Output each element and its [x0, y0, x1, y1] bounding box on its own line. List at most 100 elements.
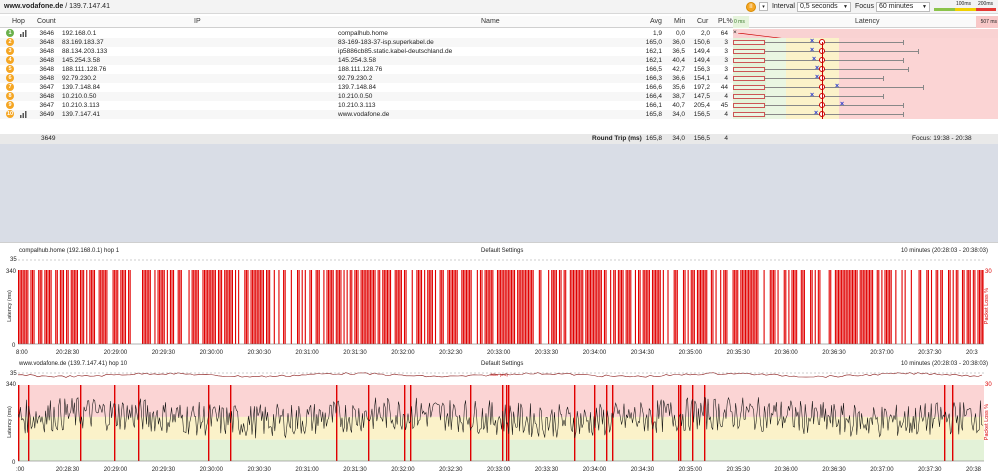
hop-table: 1 3646 192.168.0.1 compalhub.home 1,9 0,0 2,0 6… — [0, 29, 998, 119]
x-tick-label: 20:37:00 — [870, 467, 894, 473]
interval-label: Interval — [771, 3, 795, 10]
hop-name[interactable]: 92.79.230.2 — [338, 75, 372, 82]
signal-bars-icon[interactable] — [20, 30, 27, 37]
col-pl[interactable]: PL% — [718, 18, 733, 25]
hop-ip[interactable]: 192.168.0.1 — [62, 30, 96, 37]
col-latency[interactable]: 0 ms Latency 507 ms — [733, 16, 998, 28]
hop-latency-graph: × — [733, 47, 998, 56]
hop-ip[interactable]: 10.210.0.50 — [62, 93, 96, 100]
chevron-down-icon: ▼ — [842, 3, 848, 10]
latency-range-box — [733, 85, 765, 90]
hop-ip[interactable]: 139.7.147.41 — [62, 111, 100, 118]
hop-row[interactable]: 3 3648 88.134.203.133 ip5886cb85.static.kab… — [0, 47, 998, 56]
pause-icon[interactable]: II — [745, 1, 756, 12]
hop-count: 3647 — [39, 84, 54, 91]
x-tick-label: 20:30:00 — [199, 467, 223, 473]
hop-ip[interactable]: 88.134.203.133 — [62, 48, 107, 55]
hop-avg: 165,8 — [645, 111, 662, 118]
hop-ip[interactable]: 139.7.148.84 — [62, 84, 100, 91]
x-tick-label: 20:29:00 — [103, 350, 128, 356]
hop-cur: 156,3 — [693, 66, 710, 73]
pingplotter-window: { "toolbar": { "target_host": "www.vodaf… — [0, 0, 998, 476]
hop-row[interactable]: 1 3646 192.168.0.1 compalhub.home 1,9 0,0 2,0 6… — [0, 29, 998, 44]
summary-cur: 156,5 — [693, 135, 710, 142]
x-tick-label: 20:33:00 — [487, 350, 511, 356]
col-min[interactable]: Min — [674, 18, 685, 25]
x-tick-label: 20:36:00 — [774, 350, 798, 356]
hop-name[interactable]: 139.7.148.84 — [338, 84, 376, 91]
hop-latency-graph: × — [733, 83, 998, 92]
toolbar: www.vodafone.de / 139.7.147.41 II ▾ Inte… — [0, 0, 998, 14]
hop-table-header: Hop Count IP Name Avg Min Cur PL% 0 ms L… — [0, 16, 998, 28]
latency-whisker — [765, 105, 903, 106]
hop-row[interactable]: 7 3647 139.7.148.84 139.7.148.84 166,6 35,6 19… — [0, 83, 998, 92]
hop-cur: 197,2 — [693, 84, 710, 91]
hop-name[interactable]: 83-169-183-37-isp.superkabel.de — [338, 39, 434, 46]
col-avg[interactable]: Avg — [650, 18, 662, 25]
hop-cur: 205,4 — [693, 102, 710, 109]
x-tick-label: 20:32:00 — [391, 467, 415, 473]
hop-row[interactable]: 6 3648 92.79.230.2 92.79.230.2 166,3 36,6 154,… — [0, 74, 998, 83]
chart1-title: compalhub.home (192.168.0.1) hop 1 — [19, 248, 120, 254]
hop-ip[interactable]: 145.254.3.58 — [62, 57, 100, 64]
hop-number-badge: 1 — [6, 29, 14, 37]
hop-min: 34,0 — [672, 111, 685, 118]
hop-ip[interactable]: 83.169.183.37 — [62, 39, 104, 46]
hop-count: 3646 — [39, 30, 54, 37]
signal-bars-icon[interactable] — [20, 111, 27, 118]
hop-name[interactable]: www.vodafone.de — [338, 111, 389, 118]
hop-name[interactable]: 188.111.128.76 — [338, 66, 382, 73]
latency-avg-marker: × — [840, 101, 845, 108]
hop-name[interactable]: ip5886cb85.static.kabel-deutschland.de — [338, 48, 452, 55]
chart2-settings[interactable]: Default Settings — [481, 361, 523, 367]
hop-ip[interactable]: 92.79.230.2 — [62, 75, 96, 82]
latency-range-box — [733, 40, 765, 45]
x-tick-label: 20:31:00 — [295, 467, 319, 473]
x-tick-label: 20:29:30 — [151, 350, 176, 356]
col-name[interactable]: Name — [481, 18, 500, 25]
focus-select[interactable]: 60 minutes ▼ — [876, 1, 930, 12]
col-ip[interactable]: IP — [194, 18, 201, 25]
hop-name[interactable]: 145.254.3.58 — [338, 57, 376, 64]
chart1-settings[interactable]: Default Settings — [481, 248, 523, 254]
hop-name[interactable]: 10.210.3.113 — [338, 102, 375, 109]
latency-range-box — [733, 67, 765, 72]
latency-range-box — [733, 112, 765, 117]
hop-row[interactable]: 4 3648 145.254.3.58 145.254.3.58 162,1 40,4 14… — [0, 56, 998, 65]
hop-ip[interactable]: 188.111.128.76 — [62, 66, 106, 73]
hop-number-badge: 2 — [6, 38, 14, 46]
hop-pl: 44 — [720, 84, 728, 91]
hop-latency-graph: × — [733, 92, 998, 101]
timeline-chart-hop1[interactable]: compalhub.home (192.168.0.1) hop 1 Defau… — [0, 248, 998, 358]
hop-row[interactable]: 5 3648 188.111.128.76 188.111.128.76 166,5 42… — [0, 65, 998, 74]
hop-cur: 147,5 — [693, 93, 710, 100]
col-count[interactable]: Count — [37, 18, 56, 25]
timeline-chart-hop10[interactable]: www.vodafone.de (139.7.147.41) hop 10 De… — [0, 361, 998, 476]
hop-row[interactable]: 2 3648 83.169.183.37 83-169-183-37-isp.supe… — [0, 38, 998, 47]
hop-ip[interactable]: 10.210.3.113 — [62, 102, 99, 109]
x-tick-label: :00 — [16, 467, 25, 473]
latency-whisker — [765, 69, 908, 70]
hop-pl: 3 — [724, 66, 728, 73]
hop-row[interactable]: 10 3649 139.7.147.41 www.vodafone.de 165,8 34… — [0, 110, 998, 119]
hop-avg: 166,1 — [645, 102, 662, 109]
latency-scale-legend: 100ms 200ms — [934, 1, 996, 13]
hop-row[interactable]: 9 3647 10.210.3.113 10.210.3.113 166,1 40,7 20… — [0, 101, 998, 110]
col-hop[interactable]: Hop — [12, 18, 25, 25]
hop-name[interactable]: 10.210.0.50 — [338, 93, 372, 100]
x-tick-label: 20:36:30 — [822, 467, 846, 473]
empty-table-area — [0, 144, 998, 242]
hop-min: 40,4 — [672, 57, 685, 64]
latency-trace-line — [822, 42, 823, 119]
col-cur[interactable]: Cur — [697, 18, 708, 25]
hop-row[interactable]: 8 3648 10.210.0.50 10.210.0.50 166,4 38,7 147,… — [0, 92, 998, 101]
interval-select[interactable]: 0,5 seconds ▼ — [796, 1, 851, 12]
x-tick-label: 20:31:30 — [343, 467, 367, 473]
hop-min: 42,7 — [672, 66, 685, 73]
hop-name[interactable]: compalhub.home — [338, 30, 388, 37]
x-tick-label: 20:32:30 — [439, 467, 463, 473]
chevron-down-icon[interactable]: ▾ — [758, 2, 768, 11]
target-ip: 139.7.147.41 — [69, 3, 110, 10]
hop-latency-graph: × — [733, 65, 998, 74]
hop-avg: 166,3 — [645, 75, 662, 82]
